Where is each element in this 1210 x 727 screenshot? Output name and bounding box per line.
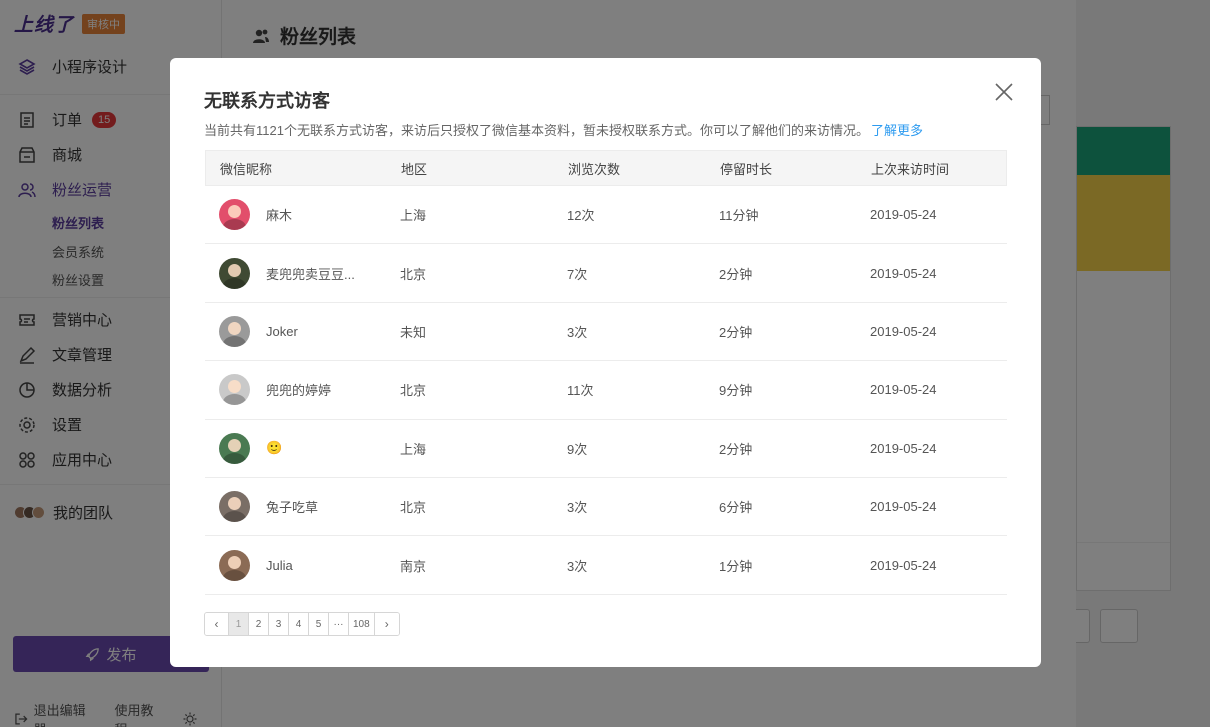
pagination-ellipsis[interactable]: ··· — [329, 613, 349, 635]
nickname: 兔子吃草 — [266, 500, 319, 516]
last-visit-cell: 2019-05-24 — [870, 323, 937, 339]
table-body: 麻木 上海 12次 11分钟 2019-05-24 麦兜兜卖豆豆... 北京 7… — [205, 186, 1007, 595]
region-cell: 北京 — [400, 500, 427, 516]
table-header: 微信昵称 地区 浏览次数 停留时长 上次来访时间 — [205, 150, 1007, 186]
table-row[interactable]: Joker 未知 3次 2分钟 2019-05-24 — [205, 303, 1007, 362]
column-header-region: 地区 — [401, 161, 428, 177]
nickname-cell: 麻木 — [205, 199, 400, 231]
nickname: Julia — [266, 557, 293, 573]
views-cell: 3次 — [567, 324, 588, 340]
duration-cell: 9分钟 — [719, 383, 753, 399]
avatar — [219, 257, 250, 289]
column-header-last-visit: 上次来访时间 — [871, 161, 950, 177]
pagination-page-5[interactable]: 5 — [309, 613, 329, 635]
nickname-cell: Julia — [205, 549, 400, 581]
region-cell: 北京 — [400, 383, 427, 399]
nickname-cell: 兔子吃草 — [205, 491, 400, 523]
region-cell: 北京 — [400, 266, 427, 282]
views-cell: 3次 — [567, 558, 588, 574]
duration-cell: 6分钟 — [719, 500, 753, 516]
last-visit-cell: 2019-05-24 — [870, 499, 937, 515]
nickname-cell: 兜兜的婷婷 — [205, 374, 400, 406]
pagination-next-button[interactable]: › — [374, 613, 399, 635]
avatar — [219, 315, 250, 347]
views-cell: 11次 — [567, 383, 594, 399]
nickname: 🙂 — [266, 440, 283, 456]
description-text: 当前共有1121个无联系方式访客，来访后只授权了微信基本资料，暂未授权联系方式。… — [204, 123, 869, 138]
duration-cell: 2分钟 — [719, 324, 753, 340]
nickname-cell: 麦兜兜卖豆豆... — [205, 257, 400, 289]
pagination-prev-button[interactable]: ‹ — [205, 613, 229, 635]
table-row[interactable]: 兔子吃草 北京 3次 6分钟 2019-05-24 — [205, 478, 1007, 537]
close-icon[interactable] — [995, 83, 1013, 101]
nickname: Joker — [266, 323, 298, 339]
column-header-duration: 停留时长 — [720, 161, 773, 177]
avatar — [219, 549, 250, 581]
table-row[interactable]: 兜兜的婷婷 北京 11次 9分钟 2019-05-24 — [205, 361, 1007, 420]
table-row[interactable]: 麻木 上海 12次 11分钟 2019-05-24 — [205, 186, 1007, 245]
views-cell: 9次 — [567, 441, 588, 457]
column-header-views: 浏览次数 — [568, 161, 621, 177]
table-row[interactable]: Julia 南京 3次 1分钟 2019-05-24 — [205, 536, 1007, 595]
duration-cell: 2分钟 — [719, 266, 753, 282]
duration-cell: 11分钟 — [719, 208, 759, 224]
last-visit-cell: 2019-05-24 — [870, 382, 937, 398]
column-header-nickname: 微信昵称 — [220, 161, 273, 177]
nickname-cell: Joker — [205, 315, 400, 347]
table-row[interactable]: 🙂 上海 9次 2分钟 2019-05-24 — [205, 420, 1007, 478]
modal-description: 当前共有1121个无联系方式访客，来访后只授权了微信基本资料，暂未授权联系方式。… — [204, 120, 923, 139]
modal-title: 无联系方式访客 — [204, 91, 330, 111]
region-cell: 上海 — [400, 208, 427, 224]
pagination: ‹ 1 2 3 4 5 ··· 108 › — [204, 612, 400, 636]
pagination-page-last[interactable]: 108 — [349, 613, 375, 635]
views-cell: 12次 — [567, 208, 595, 224]
pagination-page-2[interactable]: 2 — [249, 613, 269, 635]
learn-more-link[interactable]: 了解更多 — [871, 123, 923, 138]
pagination-page-3[interactable]: 3 — [269, 613, 289, 635]
avatar — [219, 491, 250, 523]
views-cell: 3次 — [567, 500, 588, 516]
last-visit-cell: 2019-05-24 — [870, 265, 937, 281]
views-cell: 7次 — [567, 266, 588, 282]
avatar — [219, 432, 250, 464]
pagination-page-1[interactable]: 1 — [229, 613, 249, 635]
nickname-cell: 🙂 — [205, 432, 400, 464]
last-visit-cell: 2019-05-24 — [870, 207, 937, 223]
nickname: 麻木 — [266, 208, 293, 224]
pagination-page-4[interactable]: 4 — [289, 613, 309, 635]
region-cell: 未知 — [400, 324, 427, 340]
last-visit-cell: 2019-05-24 — [870, 557, 937, 573]
region-cell: 上海 — [400, 441, 427, 457]
avatar — [219, 374, 250, 406]
duration-cell: 1分钟 — [719, 558, 753, 574]
region-cell: 南京 — [400, 558, 427, 574]
nickname: 麦兜兜卖豆豆... — [266, 266, 355, 282]
last-visit-cell: 2019-05-24 — [870, 440, 937, 456]
table-row[interactable]: 麦兜兜卖豆豆... 北京 7次 2分钟 2019-05-24 — [205, 244, 1007, 303]
visitors-table: 微信昵称 地区 浏览次数 停留时长 上次来访时间 麻木 上海 12次 11分钟 … — [205, 150, 1007, 595]
avatar — [219, 199, 250, 231]
nickname: 兜兜的婷婷 — [266, 383, 332, 399]
visitors-modal: 无联系方式访客 当前共有1121个无联系方式访客，来访后只授权了微信基本资料，暂… — [170, 58, 1041, 667]
duration-cell: 2分钟 — [719, 441, 753, 457]
